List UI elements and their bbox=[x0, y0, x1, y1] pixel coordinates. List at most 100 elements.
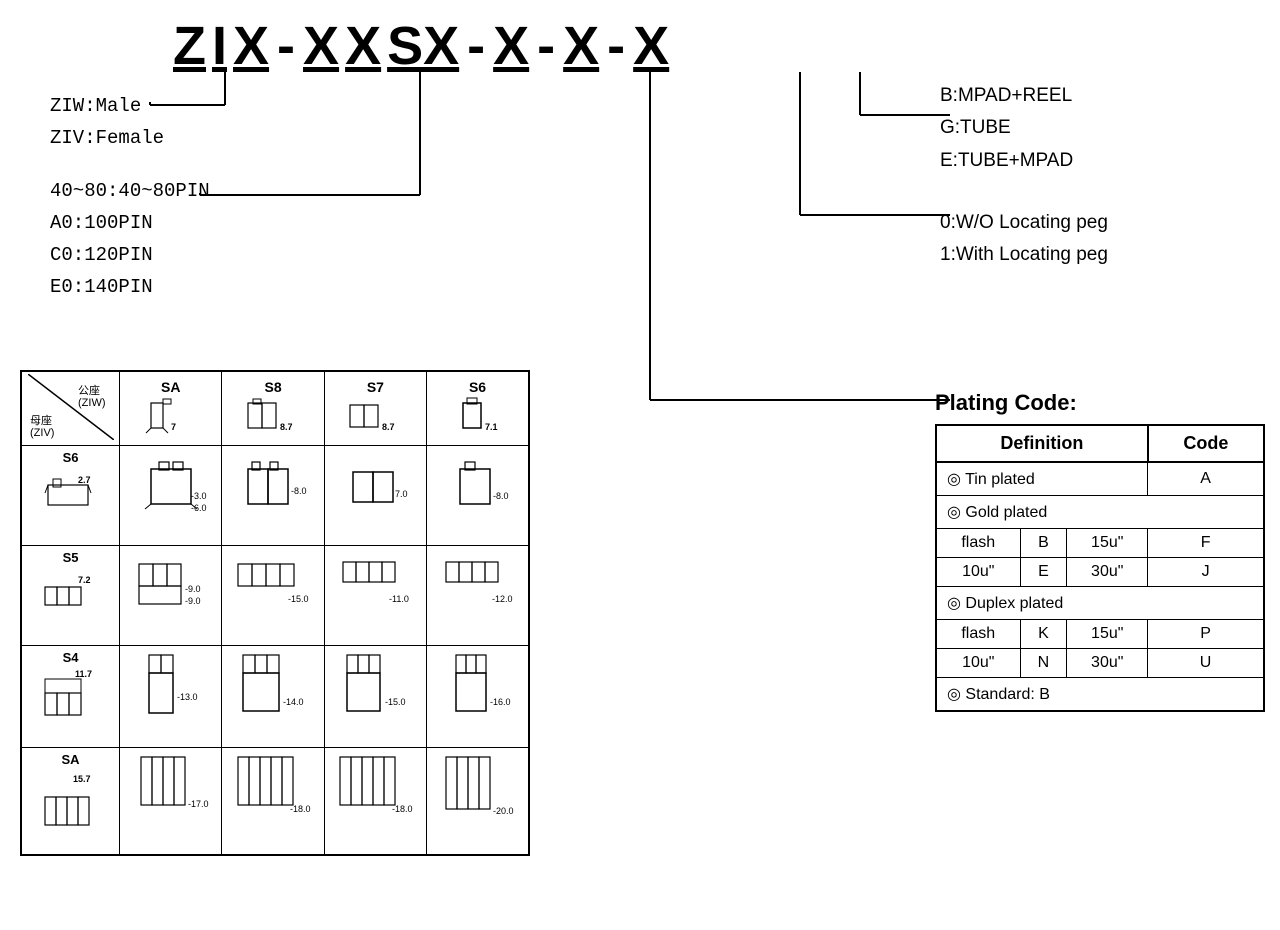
duplex-flash-label: flash bbox=[936, 620, 1020, 649]
svg-text:-13.0: -13.0 bbox=[177, 692, 198, 702]
right-annotations: B:MPAD+REEL G:TUBE E:TUBE+MPAD 0:W/O Loc… bbox=[940, 80, 1260, 271]
code-x1: X bbox=[233, 15, 269, 77]
cell-sa-sa: -17.0 bbox=[120, 748, 222, 856]
tin-plated-code: A bbox=[1148, 462, 1264, 496]
ziw-label: ZIW:Male bbox=[50, 90, 210, 122]
gold-15u-label: 15u" bbox=[1067, 529, 1148, 558]
svg-text:-8.0: -8.0 bbox=[493, 491, 509, 501]
gold-plated-label: ◎ Gold plated bbox=[936, 496, 1264, 529]
svg-text:-20.0: -20.0 bbox=[493, 806, 514, 816]
pin40-label: 40~80:40~80PIN bbox=[50, 175, 210, 207]
connector-s6-s8: -8.0 bbox=[233, 454, 313, 534]
svg-text:-18.0: -18.0 bbox=[392, 804, 413, 814]
cell-s6-s7: 7.0 bbox=[324, 446, 426, 546]
code-dash2: - bbox=[467, 15, 485, 77]
svg-text:-14.0: -14.0 bbox=[283, 697, 304, 707]
conn-sa-s8: -18.0 bbox=[233, 752, 313, 847]
svg-text:-11.0: -11.0 bbox=[389, 594, 409, 604]
svg-text:-9.0: -9.0 bbox=[185, 584, 201, 594]
svg-text:7.1: 7.1 bbox=[485, 422, 498, 432]
gold-flash-code: B bbox=[1020, 529, 1067, 558]
svg-text:-15.0: -15.0 bbox=[385, 697, 406, 707]
connector-s6-s7: 7.0 bbox=[335, 454, 415, 534]
code-x3: X bbox=[563, 15, 599, 77]
s7-header-diagram: 8.7 bbox=[340, 395, 410, 435]
connector-s6-sa: -3.0 -6.0 bbox=[131, 454, 211, 534]
pin140-label: E0:140PIN bbox=[50, 271, 210, 303]
cell-s6-sa: -3.0 -6.0 bbox=[120, 446, 222, 546]
annotation-pins: 40~80:40~80PIN A0:100PIN C0:120PIN E0:14… bbox=[50, 175, 210, 304]
cell-s4-s8: -14.0 bbox=[222, 646, 324, 748]
pin100-label: A0:100PIN bbox=[50, 207, 210, 239]
row-label-s5: S5 7.2 bbox=[21, 546, 120, 646]
conn-s5-s8: -15.0 bbox=[233, 552, 313, 637]
svg-text:公座: 公座 bbox=[78, 383, 100, 397]
cell-s4-s6: -16.0 bbox=[427, 646, 529, 748]
svg-text:15.7: 15.7 bbox=[73, 774, 91, 784]
duplex-15u-label: 15u" bbox=[1067, 620, 1148, 649]
duplex-plated-label: ◎ Duplex plated bbox=[936, 587, 1264, 620]
cell-sa-s7: -18.0 bbox=[324, 748, 426, 856]
diagonal-svg: 公座 (ZIW) 母座 (ZIV) bbox=[28, 374, 114, 440]
conn-s5-sa: -9.0 -9.0 bbox=[131, 552, 211, 637]
svg-text:-15.0: -15.0 bbox=[288, 594, 309, 604]
no-peg-label: 0:W/O Locating peg bbox=[940, 207, 1260, 239]
page-container: Z I X - X X SX - X - X - X ZIW:Male ZIV:… bbox=[0, 0, 1280, 930]
code-dash3: - bbox=[537, 15, 555, 77]
code-sx: SX bbox=[387, 15, 459, 77]
svg-text:8.7: 8.7 bbox=[280, 422, 293, 432]
left-annotations: ZIW:Male ZIV:Female 40~80:40~80PIN A0:10… bbox=[50, 90, 210, 304]
tube-mpad-label: E:TUBE+MPAD bbox=[940, 145, 1260, 177]
pin120-label: C0:120PIN bbox=[50, 239, 210, 271]
gold-plated-header-row: ◎ Gold plated bbox=[936, 496, 1264, 529]
code-dash1: - bbox=[277, 15, 295, 77]
svg-text:-16.0: -16.0 bbox=[490, 697, 511, 707]
packaging-group: B:MPAD+REEL G:TUBE E:TUBE+MPAD bbox=[940, 80, 1260, 177]
duplex-10u-row: 10u" N 30u" U bbox=[936, 649, 1264, 678]
plating-title: Plating Code: bbox=[935, 390, 1265, 416]
cell-s6-s8: -8.0 bbox=[222, 446, 324, 546]
cell-s4-sa: -13.0 bbox=[120, 646, 222, 748]
code-xx2: X bbox=[345, 15, 381, 77]
svg-text:7.2: 7.2 bbox=[78, 575, 91, 585]
gold-10u-label: 10u" bbox=[936, 558, 1020, 587]
conn-s5-s6: -12.0 bbox=[438, 552, 518, 637]
code-x2: X bbox=[493, 15, 529, 77]
plating-table: Definition Code ◎ Tin plated A ◎ Gold pl… bbox=[935, 424, 1265, 712]
conn-s4-s7: -15.0 bbox=[335, 650, 415, 740]
svg-text:-12.0: -12.0 bbox=[492, 594, 513, 604]
code-x4: X bbox=[633, 15, 669, 77]
tin-plated-label: ◎ Tin plated bbox=[936, 462, 1148, 496]
svg-text:-9.0: -9.0 bbox=[185, 596, 201, 606]
row-s6-label-diagram: 2.7 bbox=[43, 465, 98, 520]
svg-text:-8.0: -8.0 bbox=[291, 486, 307, 496]
gold-10u-row: 10u" E 30u" J bbox=[936, 558, 1264, 587]
conn-s4-s6: -16.0 bbox=[438, 650, 518, 740]
duplex-plated-header-row: ◎ Duplex plated bbox=[936, 587, 1264, 620]
cell-s5-sa: -9.0 -9.0 bbox=[120, 546, 222, 646]
col-header-s7: S7 8.7 bbox=[324, 371, 426, 446]
svg-text:-18.0: -18.0 bbox=[290, 804, 311, 814]
svg-text:(ZIW): (ZIW) bbox=[78, 397, 105, 409]
connector-s6-s6: -8.0 bbox=[438, 454, 518, 534]
code-xx1: X bbox=[303, 15, 339, 77]
diagonal-header-cell: 公座 (ZIW) 母座 (ZIV) bbox=[21, 371, 120, 446]
code-display: Z I X - X X SX - X - X - X bbox=[170, 15, 880, 77]
s6-header-diagram: 7.1 bbox=[443, 395, 513, 435]
cell-s5-s7: -11.0 bbox=[324, 546, 426, 646]
row-s4-diagram: 11.7 bbox=[43, 665, 98, 725]
duplex-10u-code: N bbox=[1020, 649, 1067, 678]
cell-sa-s8: -18.0 bbox=[222, 748, 324, 856]
cell-s4-s7: -15.0 bbox=[324, 646, 426, 748]
row-s5-diagram: 7.2 bbox=[43, 565, 98, 620]
duplex-10u-label: 10u" bbox=[936, 649, 1020, 678]
svg-text:-3.0: -3.0 bbox=[191, 491, 207, 501]
row-label-s6: S6 2.7 bbox=[21, 446, 120, 546]
plating-def-header: Definition bbox=[936, 425, 1148, 462]
row-sa-diagram: 15.7 bbox=[43, 767, 98, 832]
svg-text:8.7: 8.7 bbox=[382, 422, 395, 432]
svg-text:11.7: 11.7 bbox=[75, 669, 92, 679]
duplex-30u-label: 30u" bbox=[1067, 649, 1148, 678]
tin-plated-row: ◎ Tin plated A bbox=[936, 462, 1264, 496]
row-label-sa: SA 15.7 bbox=[21, 748, 120, 856]
